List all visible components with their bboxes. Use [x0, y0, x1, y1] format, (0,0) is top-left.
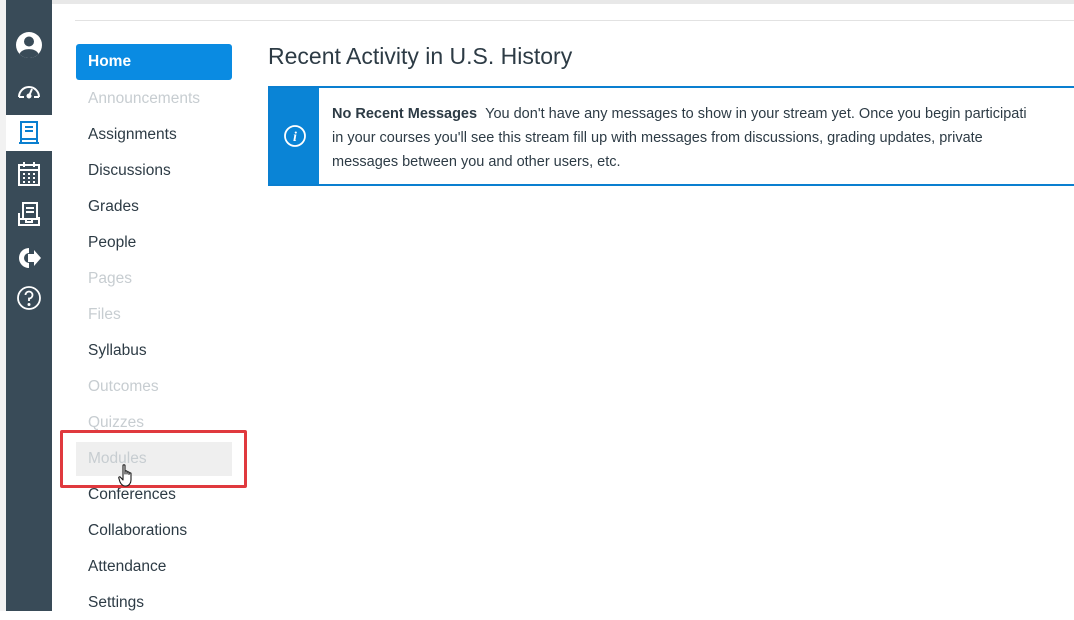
course-nav-collaborations[interactable]: Collaborations	[76, 514, 232, 548]
course-nav-attendance[interactable]: Attendance	[76, 550, 232, 584]
alert-message: No Recent Messages You don't have any me…	[332, 102, 1074, 174]
account-avatar-icon[interactable]	[6, 27, 52, 63]
course-nav-announcements[interactable]: Announcements	[76, 82, 232, 116]
top-edge	[52, 0, 1074, 4]
alert-line-3: messages between you and other users, et…	[332, 154, 621, 170]
course-nav-assignments[interactable]: Assignments	[76, 118, 232, 152]
header-divider	[75, 20, 1074, 21]
dashboard-icon[interactable]	[6, 73, 52, 109]
course-nav-syllabus[interactable]: Syllabus	[76, 334, 232, 368]
svg-text:i: i	[293, 130, 297, 145]
course-nav-people[interactable]: People	[76, 226, 232, 260]
course-nav-discussions[interactable]: Discussions	[76, 154, 232, 188]
help-icon[interactable]	[6, 280, 52, 316]
inbox-icon[interactable]	[6, 196, 52, 232]
courses-icon[interactable]	[6, 115, 52, 151]
alert-line-1: You don't have any messages to show in y…	[485, 106, 1027, 122]
commons-icon[interactable]	[6, 240, 52, 276]
hand-pointer-cursor-icon	[118, 464, 136, 493]
alert-line-2: in your courses you'll see this stream f…	[332, 130, 983, 146]
course-nav-pages[interactable]: Pages	[76, 262, 232, 296]
info-icon: i	[283, 125, 306, 147]
no-messages-alert: i No Recent Messages You don't have any …	[268, 86, 1074, 186]
calendar-icon[interactable]	[6, 156, 52, 192]
alert-heading: No Recent Messages	[332, 106, 478, 122]
course-nav-files[interactable]: Files	[76, 298, 232, 332]
course-nav-grades[interactable]: Grades	[76, 190, 232, 224]
course-nav-outcomes[interactable]: Outcomes	[76, 370, 232, 404]
course-nav-settings[interactable]: Settings	[76, 586, 232, 620]
course-nav-home[interactable]: Home	[76, 44, 232, 80]
global-navigation	[6, 0, 52, 611]
page-title: Recent Activity in U.S. History	[268, 43, 573, 69]
alert-icon-bar: i	[270, 88, 319, 184]
modules-highlight-annotation	[60, 430, 247, 488]
